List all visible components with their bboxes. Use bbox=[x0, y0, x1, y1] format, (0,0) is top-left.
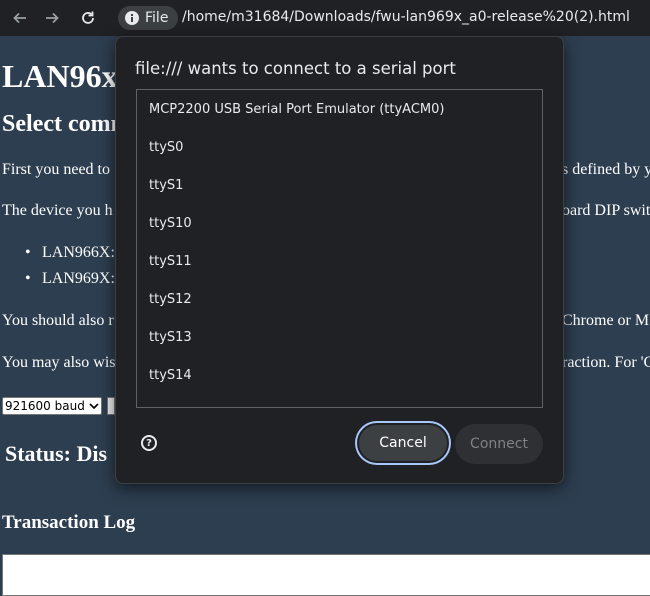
serial-port-dialog: file:/// wants to connect to a serial po… bbox=[115, 36, 564, 484]
list-item: LAN969X: bbox=[25, 270, 115, 288]
port-list[interactable]: MCP2200 USB Serial Port Emulator (ttyACM… bbox=[136, 89, 543, 408]
reload-button[interactable] bbox=[76, 6, 100, 30]
chevron-down-icon bbox=[89, 403, 99, 410]
para1-left: First you need to bbox=[2, 161, 110, 178]
site-info-chip[interactable]: File bbox=[118, 6, 179, 30]
port-item[interactable]: ttyS0 bbox=[137, 128, 542, 166]
para2-left: The device you h bbox=[2, 202, 113, 219]
transaction-log-area[interactable] bbox=[2, 554, 650, 596]
port-item[interactable]: ttyS13 bbox=[137, 318, 542, 356]
dialog-title: file:/// wants to connect to a serial po… bbox=[135, 59, 456, 78]
help-glyph: ? bbox=[146, 437, 152, 449]
reload-icon bbox=[82, 11, 94, 24]
page-title: LAN96x bbox=[2, 58, 118, 94]
back-button[interactable] bbox=[8, 6, 32, 30]
connect-button[interactable]: Connect bbox=[455, 424, 543, 464]
list-item: LAN966X: bbox=[25, 244, 115, 262]
port-item[interactable]: MCP2200 USB Serial Port Emulator (ttyACM… bbox=[137, 90, 542, 128]
para4-right: raction. For 'C bbox=[562, 354, 650, 371]
para2-right: oard DIP switc bbox=[562, 202, 650, 219]
info-icon bbox=[125, 11, 139, 25]
port-item[interactable]: ttyS12 bbox=[137, 280, 542, 318]
port-item[interactable]: ttyS11 bbox=[137, 242, 542, 280]
port-item[interactable]: ttyS14 bbox=[137, 356, 542, 394]
port-item[interactable]: ttyS1 bbox=[137, 166, 542, 204]
browser-toolbar: File /home/m31684/Downloads/fwu-lan969x_… bbox=[0, 0, 650, 36]
help-icon[interactable]: ? bbox=[141, 435, 157, 451]
status-text: Status: Dis bbox=[5, 441, 108, 466]
cancel-button[interactable]: Cancel bbox=[357, 423, 449, 463]
baud-rate-value: 921600 baud bbox=[5, 399, 85, 413]
para1-right: s defined by y bbox=[562, 161, 650, 178]
para4-left: You may also wis bbox=[2, 354, 116, 371]
forward-arrow-icon bbox=[46, 12, 59, 24]
forward-button[interactable] bbox=[40, 6, 64, 30]
log-heading: Transaction Log bbox=[2, 512, 136, 533]
back-arrow-icon bbox=[13, 12, 26, 24]
site-chip-label: File bbox=[145, 10, 169, 26]
address-bar[interactable]: /home/m31684/Downloads/fwu-lan969x_a0-re… bbox=[182, 9, 630, 25]
port-item[interactable]: ttyS10 bbox=[137, 204, 542, 242]
para3-right: Chrome or MS bbox=[562, 312, 650, 329]
baud-rate-select[interactable]: 921600 baud bbox=[2, 397, 102, 415]
para3-left: You should also r bbox=[2, 312, 114, 329]
connect-page-button[interactable] bbox=[107, 397, 115, 415]
section-heading: Select comm bbox=[2, 111, 131, 137]
